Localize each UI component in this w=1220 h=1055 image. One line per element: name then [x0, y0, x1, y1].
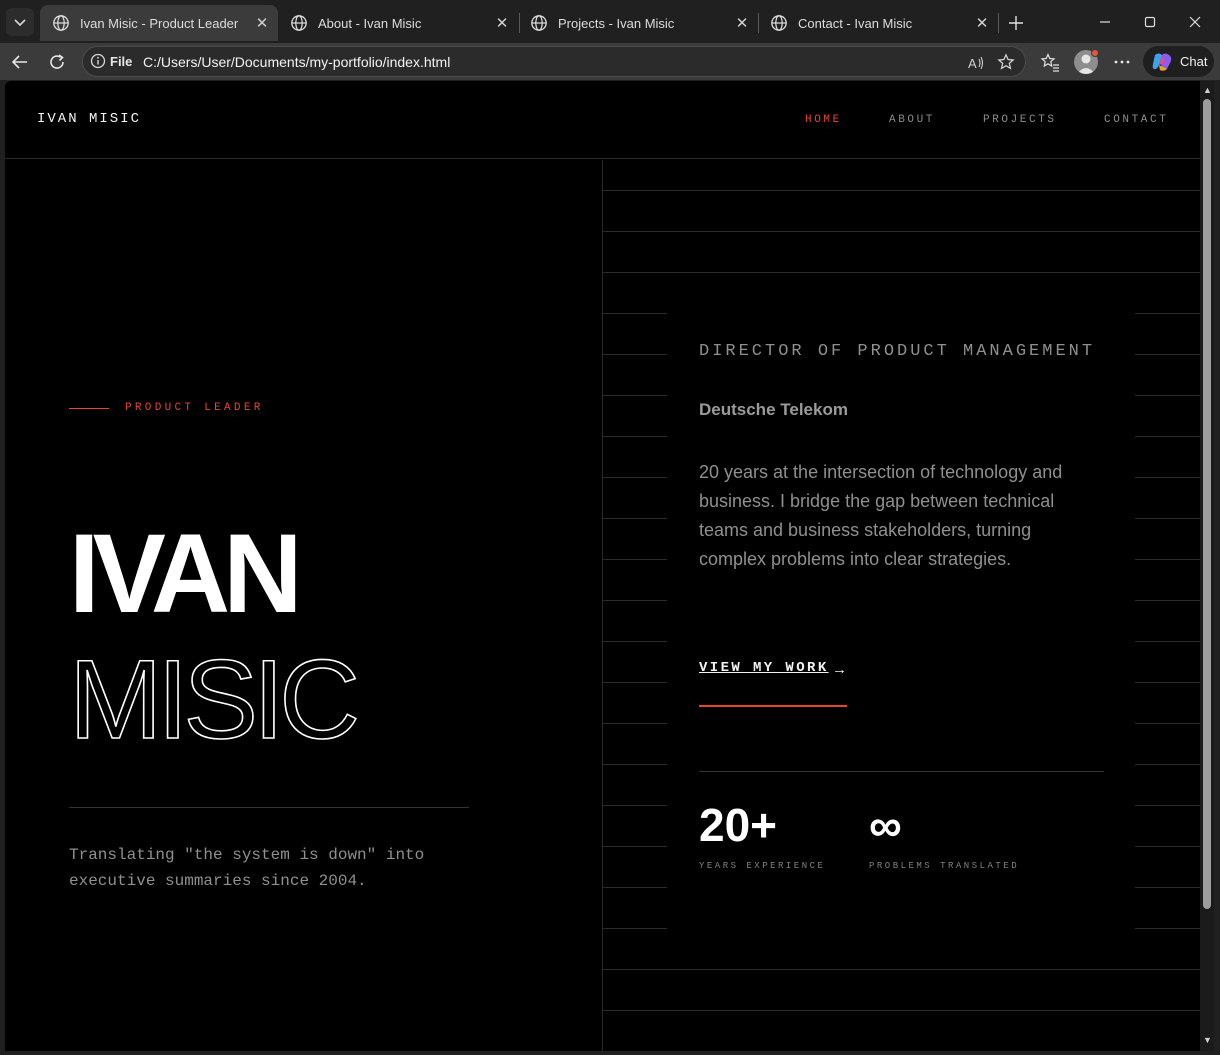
back-button[interactable] — [5, 47, 35, 77]
grid-line — [603, 231, 1200, 232]
refresh-button[interactable] — [42, 47, 72, 77]
page-scrollbar[interactable]: ▲ ▼ — [1200, 81, 1214, 1051]
tab-bar: Ivan Misic - Product Leader ✕ About - Iv… — [0, 0, 1220, 43]
hero-divider — [69, 807, 469, 808]
globe-icon — [291, 15, 307, 31]
read-aloud-icon[interactable]: A — [967, 54, 985, 72]
settings-more-button[interactable] — [1107, 47, 1137, 77]
eyebrow-accent-line — [69, 408, 109, 409]
tab-title: Projects - Ivan Misic — [558, 15, 675, 31]
site-header: IVAN MISIC HOME ABOUT PROJECTS CONTACT — [5, 81, 1200, 159]
site-logo[interactable]: IVAN MISIC — [37, 111, 141, 127]
nav-home[interactable]: HOME — [805, 114, 842, 126]
scroll-up-arrow-icon[interactable]: ▲ — [1203, 85, 1212, 95]
svg-text:A: A — [968, 56, 977, 71]
copilot-icon — [1152, 53, 1172, 71]
favorites-button[interactable] — [1035, 47, 1065, 77]
browser-toolbar: File C:/Users/User/Documents/my-portfoli… — [0, 43, 1220, 80]
hero-tagline: Translating "the system is down" into ex… — [69, 846, 425, 890]
stat-problems-label: PROBLEMS TRANSLATED — [869, 861, 1020, 871]
globe-icon — [53, 15, 69, 31]
stat-years-label: YEARS EXPERIENCE — [699, 861, 826, 871]
tab-contact[interactable]: Contact - Ivan Misic ✕ — [758, 5, 998, 41]
minimize-button[interactable] — [1090, 8, 1120, 36]
maximize-button[interactable] — [1135, 8, 1165, 36]
tab-home[interactable]: Ivan Misic - Product Leader ✕ — [40, 5, 278, 41]
grid-line — [603, 969, 1200, 970]
stats-divider — [699, 771, 1104, 772]
intro-panel: DIRECTOR OF PRODUCT MANAGEMENT Deutsche … — [603, 160, 1200, 1051]
hero-eyebrow: PRODUCT LEADER — [125, 402, 264, 414]
close-tab-icon[interactable]: ✕ — [254, 15, 270, 32]
back-arrow-icon — [11, 55, 27, 69]
company-name: Deutsche Telekom — [699, 400, 848, 419]
nav-projects[interactable]: PROJECTS — [983, 114, 1057, 126]
tab-title: Ivan Misic - Product Leader — [80, 15, 239, 31]
url-text[interactable]: C:/Users/User/Documents/my-portfolio/ind… — [143, 54, 450, 70]
new-tab-button[interactable] — [1004, 11, 1028, 35]
nav-about[interactable]: ABOUT — [889, 114, 935, 126]
notification-dot — [1091, 49, 1099, 57]
close-tab-icon[interactable]: ✕ — [734, 15, 750, 32]
hero-first-name: IVAN — [69, 511, 303, 636]
favorites-icon — [1040, 53, 1059, 72]
scroll-down-arrow-icon[interactable]: ▼ — [1203, 1035, 1212, 1045]
close-window-button[interactable] — [1180, 8, 1210, 36]
tab-actions-menu-button[interactable] — [6, 8, 34, 36]
refresh-icon — [50, 54, 64, 69]
hero-section: PRODUCT LEADER IVAN MISIC Translating "t… — [5, 160, 603, 1051]
page-viewport: IVAN MISIC HOME ABOUT PROJECTS CONTACT P… — [5, 81, 1200, 1051]
stat-years-value: 20+ — [699, 799, 778, 851]
grid-line — [603, 190, 1200, 191]
job-title: DIRECTOR OF PRODUCT MANAGEMENT — [699, 342, 1096, 361]
grid-line — [603, 1010, 1200, 1011]
maximize-icon — [1144, 16, 1156, 28]
plus-icon — [1009, 16, 1023, 30]
tab-separator — [998, 13, 999, 33]
hero-last-name: MISIC — [69, 638, 356, 758]
close-tab-icon[interactable]: ✕ — [494, 15, 510, 32]
tab-title: About - Ivan Misic — [318, 15, 422, 31]
nav-contact[interactable]: CONTACT — [1104, 114, 1168, 126]
tab-projects[interactable]: Projects - Ivan Misic ✕ — [518, 5, 758, 41]
address-bar[interactable]: File C:/Users/User/Documents/my-portfoli… — [82, 46, 1026, 77]
tab-about[interactable]: About - Ivan Misic ✕ — [278, 5, 518, 41]
minimize-icon — [1100, 21, 1110, 23]
globe-icon — [771, 15, 787, 31]
site-scheme-label[interactable]: File — [110, 54, 132, 69]
copilot-chat-button[interactable]: Chat — [1143, 46, 1214, 77]
info-icon[interactable] — [90, 53, 106, 69]
scroll-thumb[interactable] — [1203, 99, 1211, 909]
stat-problems-value: ∞ — [869, 799, 902, 851]
cta-accent-underline — [699, 705, 847, 707]
globe-icon — [531, 15, 547, 31]
bio-text: 20 years at the intersection of technolo… — [699, 462, 1063, 569]
hero-last-name-outline: MISIC — [69, 638, 362, 758]
close-icon — [1189, 16, 1201, 28]
favorite-star-icon[interactable] — [997, 53, 1015, 71]
arrow-right-icon[interactable]: → — [832, 661, 847, 678]
chevron-down-icon — [14, 19, 26, 27]
more-horizontal-icon — [1114, 60, 1130, 64]
chat-label: Chat — [1180, 54, 1208, 69]
close-tab-icon[interactable]: ✕ — [974, 15, 990, 32]
intro-card: DIRECTOR OF PRODUCT MANAGEMENT Deutsche … — [667, 312, 1135, 930]
tab-title: Contact - Ivan Misic — [798, 15, 913, 31]
view-my-work-link[interactable]: VIEW MY WORK — [699, 660, 829, 676]
grid-line — [603, 272, 1200, 273]
